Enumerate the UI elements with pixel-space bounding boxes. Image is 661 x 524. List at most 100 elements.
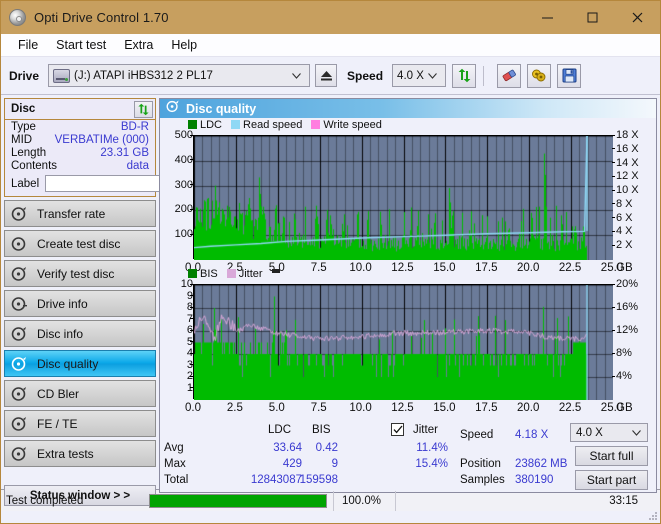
progress-bar [149,493,327,508]
toolbar: Drive (J:) ATAPI iHBS312 2 PL17 Speed 4.… [1,57,660,95]
stats-row-max-label: Max [164,458,186,470]
chart-top: LDC Read speed Write speed 100 200 300 400 5… [160,118,656,274]
chart-y-tick-label: 7 [187,313,193,325]
start-part-button[interactable]: Start part [575,470,648,490]
chart-y-tick [190,306,193,308]
sidebar-item-label: Verify test disc [37,266,115,281]
sidebar-item-cd-bler[interactable]: CD Bler [4,380,156,407]
progress-bar-fill [150,494,326,507]
speed-label: Speed [347,68,384,83]
drive-icon [53,68,71,83]
sidebar-item-drive-info[interactable]: Drive info [4,290,156,317]
sidebar-item-label: Disc quality [37,356,99,371]
chart-bottom-legend: BIS Jitter [160,267,656,280]
disc-icon [11,206,28,222]
chart-y2-tick [612,162,615,164]
drive-select[interactable]: (J:) ATAPI iHBS312 2 PL17 [48,64,311,87]
chart-y-tick [190,352,193,354]
disc-label-key: Label [11,177,40,190]
chart-y2-tick-label: 8% [616,347,632,359]
disc-value: BD-R [120,121,149,133]
menu-help[interactable]: Help [162,36,206,54]
chart-y-tick [190,364,193,365]
sidebar-item-label: FE / TE [37,416,78,431]
sidebar-item-label: Drive info [37,296,88,311]
disc-icon [166,99,179,118]
chevron-down-icon [632,427,647,439]
disc-icon [11,446,28,462]
chart-bottom: BIS Jitter 12345678910 4% 8% 12% 16% 20% 0.0 2.… [160,267,656,420]
stats-max-bis: 9 [331,458,338,470]
sidebar-item-disc-quality[interactable]: Disc quality [4,350,156,377]
menu-file[interactable]: File [9,36,47,54]
drive-select-value: (J:) ATAPI iHBS312 2 PL17 [74,69,213,82]
menu-start-test[interactable]: Start test [47,36,115,54]
legend-swatch-bis [188,269,197,278]
sidebar-item-transfer-rate[interactable]: Transfer rate [4,200,156,227]
menu-extra[interactable]: Extra [115,36,162,54]
sidebar-item-verify-test-disc[interactable]: Verify test disc [4,260,156,287]
sidebar-item-fe-te[interactable]: FE / TE [4,410,156,437]
disc-panel-header: Disc [5,99,155,120]
disc-value: 23.31 GB [100,147,149,159]
chart-y-tick [190,283,193,285]
jitter-checkbox[interactable] [391,423,404,436]
chart-y2-tick-label: 2 X [616,239,633,252]
chart-y2-tick-label: 8 X [616,197,633,210]
chart-bottom-plot-area [193,284,613,400]
stats-row-avg-label: Avg [164,442,184,454]
start-full-button[interactable]: Start full [575,446,648,466]
eject-icon [320,70,332,80]
chart-y-tick-label: 400 [174,153,193,166]
resize-grip[interactable] [648,511,658,521]
chart-y-tick-label: 6 [187,325,193,336]
legend-label-write-speed: Write speed [323,118,382,131]
window-title: Opti Drive Control 1.70 [34,10,169,25]
chart-top-plot-area [193,135,613,260]
chart-x-tick-label: 15.0 [433,402,456,414]
toolbar-separator [483,65,485,86]
chevron-down-icon [424,70,443,82]
disc-refresh-button[interactable] [134,100,153,118]
eraser-icon [502,69,516,82]
sidebar: Disc Type BD-R MID VERBATIMe (000) Lengt… [1,95,249,506]
test-speed-select[interactable]: 4.0 X [570,423,648,442]
sidebar-item-extra-tests[interactable]: Extra tests [4,440,156,467]
speed-select[interactable]: 4.0 X [392,64,447,87]
close-button[interactable] [615,1,660,33]
stats-row-total-label: Total [164,474,189,486]
chart-x-tick-label: 7.5 [310,402,327,414]
sidebar-item-disc-info[interactable]: Disc info [4,320,156,347]
save-button[interactable] [557,63,582,88]
chart-x-tick-label: 17.5 [475,402,498,414]
maximize-button[interactable] [570,1,615,33]
stats-max-jitter: 15.4% [415,458,448,470]
chart-y2-tick [612,134,615,136]
tools-button[interactable] [527,63,552,88]
test-speed-value: 4.0 X [576,426,603,439]
legend-label-ldc: LDC [200,118,223,131]
sidebar-item-create-test-disc[interactable]: Create test disc [4,230,156,257]
disc-label-row: Label [5,172,249,196]
disc-key: MID [11,134,33,146]
progress-percent: 100.0% [333,490,395,511]
floppy-save-icon [562,68,577,83]
disc-row-mid: MID VERBATIMe (000) [5,133,155,146]
chart-y2-tick [612,217,615,219]
erase-button[interactable] [497,63,522,88]
chart-y-tick-label: 4 [187,348,193,359]
chart-x-tick-label: 0.0 [185,402,201,414]
disc-key: Length [11,147,47,159]
refresh-button[interactable] [452,63,477,88]
status-text: Test completed [6,494,84,507]
stats-avg-jitter: 11.4% [416,442,448,454]
legend-swatch-read-speed [231,120,241,129]
chart-y2-tick-label: 16 X [616,142,639,155]
sidebar-item-label: Transfer rate [37,206,106,221]
minimize-button[interactable] [525,1,570,33]
chart-y2-tick-label: 6 X [616,211,633,224]
eject-button[interactable] [315,64,338,87]
legend-marker-icon [271,268,280,273]
legend-label-jitter: Jitter [238,267,263,280]
sidebar-item-label: Create test disc [37,236,121,251]
